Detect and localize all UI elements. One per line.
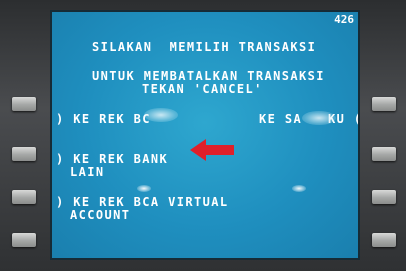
left-button-3[interactable] — [12, 190, 36, 204]
right-button-2[interactable] — [372, 147, 396, 161]
screen-code: 426 — [334, 13, 354, 26]
right-button-4[interactable] — [372, 233, 396, 247]
atm-bezel: 426 SILAKAN MEMILIH TRANSAKSI UNTUK MEMB… — [0, 0, 406, 271]
option-ke-rek-bank-lain-line2[interactable]: LAIN — [70, 166, 105, 179]
screen-title: SILAKAN MEMILIH TRANSAKSI — [92, 40, 317, 54]
left-button-4[interactable] — [12, 233, 36, 247]
right-button-3[interactable] — [372, 190, 396, 204]
right-button-1[interactable] — [372, 97, 396, 111]
option-ke-rek-bca[interactable]: ) KE REK BC — [56, 113, 151, 126]
cancel-instruction-line2: TEKAN 'CANCEL' — [142, 82, 263, 96]
screen-glare-dot-2 — [292, 185, 306, 192]
left-button-1[interactable] — [12, 97, 36, 111]
option-ke-rek-bca-virtual-line2[interactable]: ACCOUNT — [70, 209, 130, 222]
atm-screen: 426 SILAKAN MEMILIH TRANSAKSI UNTUK MEMB… — [50, 10, 360, 260]
screen-glare-top — [144, 108, 178, 122]
screen-glare-right — [302, 111, 336, 125]
red-arrow-icon — [190, 139, 234, 161]
screen-glare-dot-1 — [137, 185, 151, 192]
left-button-2[interactable] — [12, 147, 36, 161]
